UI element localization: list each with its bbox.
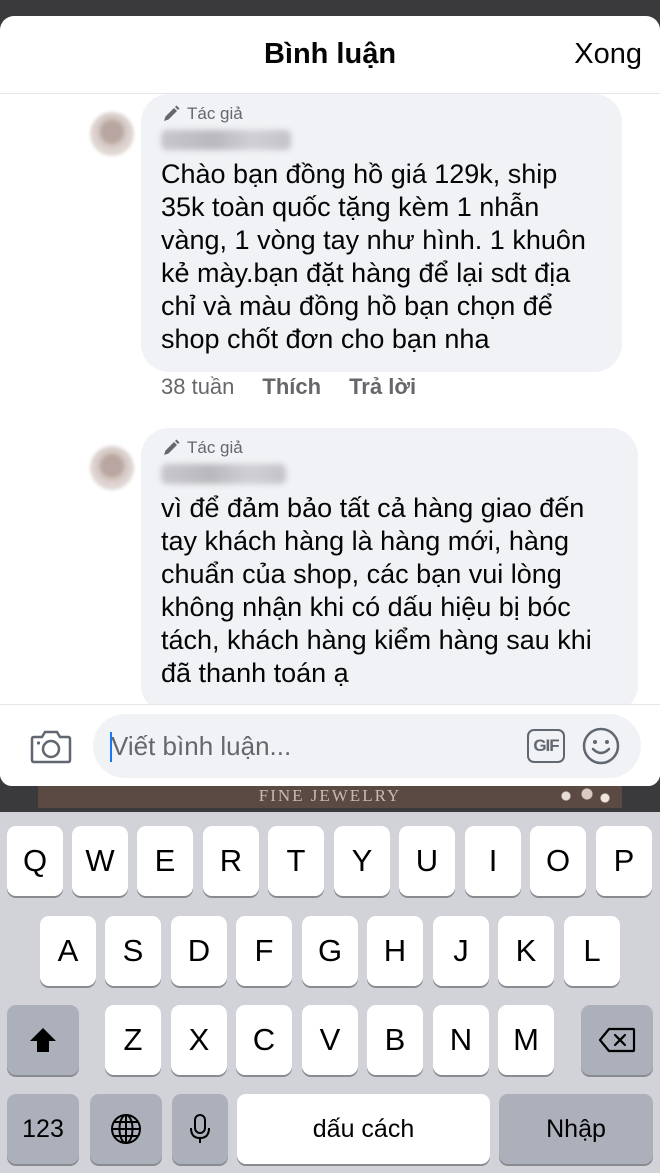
key-f[interactable]: F	[236, 916, 292, 986]
comment-composer: GIF	[0, 704, 660, 786]
comment-input-container[interactable]: GIF	[93, 714, 641, 778]
key-s[interactable]: S	[105, 916, 161, 986]
microphone-icon	[190, 1114, 210, 1143]
author-badge: Tác giả	[161, 438, 618, 458]
author-name-blurred[interactable]	[161, 464, 286, 484]
avatar[interactable]	[90, 112, 134, 156]
pencil-icon	[164, 439, 180, 455]
sheet-title: Bình luận	[263, 38, 397, 70]
backspace-icon	[598, 1027, 636, 1053]
reply-button[interactable]: Trả lời	[349, 374, 416, 400]
key-a[interactable]: A	[40, 916, 96, 986]
key-y[interactable]: Y	[334, 826, 390, 896]
key-r[interactable]: R	[203, 826, 259, 896]
pencil-icon	[164, 105, 180, 121]
comment-list[interactable]: Tác giả Chào bạn đồng hồ giá 129k, ship …	[0, 94, 660, 704]
avatar[interactable]	[90, 446, 134, 490]
banner-text: FINE JEWELRY	[258, 786, 402, 805]
key-q[interactable]: Q	[7, 826, 63, 896]
key-b[interactable]: B	[367, 1005, 423, 1075]
comment-input[interactable]	[111, 730, 491, 762]
key-z[interactable]: Z	[105, 1005, 161, 1075]
author-name-blurred[interactable]	[161, 130, 291, 150]
key-d[interactable]: D	[171, 916, 227, 986]
space-key[interactable]: dấu cách	[237, 1094, 490, 1164]
comment-bubble[interactable]: Tác giả Chào bạn đồng hồ giá 129k, ship …	[141, 94, 622, 372]
return-key[interactable]: Nhập	[499, 1094, 653, 1164]
comments-sheet: Bình luận Xong Tác giả Chào bạn đồng hồ …	[0, 16, 660, 786]
numbers-key[interactable]: 123	[7, 1094, 79, 1164]
key-u[interactable]: U	[399, 826, 455, 896]
comment-text: vì để đảm bảo tất cả hàng giao đến tay k…	[161, 493, 592, 688]
author-badge-label: Tác giả	[187, 104, 243, 123]
sheet-header: Bình luận Xong	[0, 16, 660, 94]
background-banner: FINE JEWELRY	[38, 784, 622, 808]
comment-time: 38 tuần	[161, 374, 235, 399]
microphone-key[interactable]	[172, 1094, 228, 1164]
author-badge: Tác giả	[161, 104, 602, 124]
globe-icon	[111, 1114, 141, 1144]
key-o[interactable]: O	[530, 826, 586, 896]
key-g[interactable]: G	[302, 916, 358, 986]
emoji-icon[interactable]	[581, 726, 621, 766]
comment-actions: 38 tuần Thích Trả lời	[161, 374, 416, 400]
key-i[interactable]: I	[465, 826, 521, 896]
text-cursor	[110, 732, 112, 762]
key-l[interactable]: L	[564, 916, 620, 986]
key-p[interactable]: P	[596, 826, 652, 896]
key-e[interactable]: E	[137, 826, 193, 896]
key-k[interactable]: K	[498, 916, 554, 986]
key-w[interactable]: W	[72, 826, 128, 896]
author-badge-label: Tác giả	[187, 438, 243, 457]
done-button[interactable]: Xong	[574, 38, 642, 71]
shift-key[interactable]	[7, 1005, 79, 1075]
key-j[interactable]: J	[433, 916, 489, 986]
comment-bubble[interactable]: Tác giả vì để đảm bảo tất cả hàng giao đ…	[141, 428, 638, 704]
camera-icon[interactable]	[30, 727, 72, 765]
key-m[interactable]: M	[498, 1005, 554, 1075]
key-v[interactable]: V	[302, 1005, 358, 1075]
like-button[interactable]: Thích	[262, 374, 321, 400]
globe-key[interactable]	[90, 1094, 162, 1164]
key-n[interactable]: N	[433, 1005, 489, 1075]
delete-key[interactable]	[581, 1005, 653, 1075]
key-x[interactable]: X	[171, 1005, 227, 1075]
keyboard: Q W E R T Y U I O P A S D F G H J K L Z …	[0, 812, 660, 1173]
shift-icon	[30, 1028, 56, 1052]
gif-icon[interactable]: GIF	[527, 729, 565, 763]
key-t[interactable]: T	[268, 826, 324, 896]
comment-text: Chào bạn đồng hồ giá 129k, ship 35k toàn…	[161, 159, 586, 354]
flower-decoration	[554, 786, 614, 806]
key-c[interactable]: C	[236, 1005, 292, 1075]
key-h[interactable]: H	[367, 916, 423, 986]
